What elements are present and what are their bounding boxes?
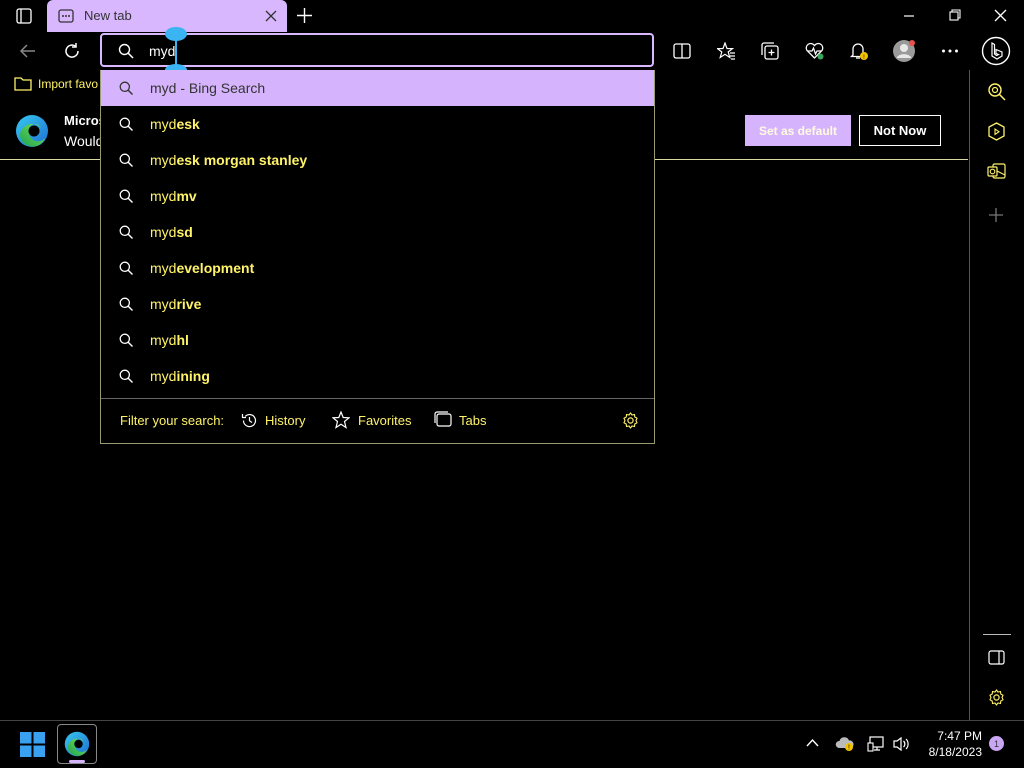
games-sidebar-icon[interactable] bbox=[987, 122, 1006, 141]
refresh-button[interactable] bbox=[63, 42, 81, 60]
suggestion-completion: esk morgan stanley bbox=[176, 152, 308, 168]
filter-history-button[interactable]: History bbox=[265, 413, 305, 428]
suggestion-typed-text: myd bbox=[150, 368, 177, 384]
filter-favorites-button[interactable]: Favorites bbox=[358, 413, 411, 428]
hide-sidebar-icon[interactable] bbox=[988, 650, 1005, 665]
filter-search-row: Filter your search: History Favorites Ta… bbox=[101, 398, 654, 444]
clock-time[interactable]: 7:47 PM bbox=[930, 729, 982, 743]
suggestion-typed-text: myd bbox=[150, 152, 177, 168]
tab-title: New tab bbox=[84, 8, 132, 23]
gear-icon[interactable] bbox=[622, 412, 639, 429]
import-favorites-link[interactable]: Import favo bbox=[38, 77, 98, 91]
notification-count-badge[interactable]: 1 bbox=[989, 736, 1004, 751]
svg-text:!: ! bbox=[848, 745, 850, 752]
search-icon bbox=[119, 189, 133, 203]
settings-more-icon[interactable] bbox=[941, 48, 959, 54]
address-suggestions-dropdown: myd - Bing Search mydesk mydesk morgan st… bbox=[100, 70, 655, 444]
search-icon bbox=[118, 43, 134, 59]
new-tab-page-icon bbox=[58, 8, 74, 24]
suggestion-typed-text: myd bbox=[150, 332, 177, 348]
suggestion-item[interactable]: mydhl bbox=[101, 322, 654, 358]
search-icon bbox=[119, 81, 133, 95]
suggestion-completion: ining bbox=[176, 368, 210, 384]
close-window-button[interactable] bbox=[994, 9, 1007, 22]
suggestion-typed-text: myd bbox=[150, 188, 177, 204]
tabs-icon bbox=[434, 411, 452, 428]
search-icon bbox=[119, 369, 133, 383]
filter-tabs-button[interactable]: Tabs bbox=[459, 413, 486, 428]
suggestion-item[interactable]: mydining bbox=[101, 358, 654, 394]
suggestion-text: mydrive bbox=[150, 296, 201, 312]
clock-date[interactable]: 8/18/2023 bbox=[920, 745, 982, 759]
suggestion-typed-text: myd bbox=[150, 80, 177, 96]
suggestion-text: mydhl bbox=[150, 332, 189, 348]
suggestion-item[interactable]: mydrive bbox=[101, 286, 654, 322]
import-favorites-icon bbox=[14, 75, 32, 91]
collections-icon[interactable] bbox=[761, 42, 779, 60]
suggestion-text: mydevelopment bbox=[150, 260, 254, 276]
suggestion-item[interactable]: mydevelopment bbox=[101, 250, 654, 286]
chevron-up-icon[interactable] bbox=[806, 738, 819, 748]
suggestion-completion: esk bbox=[176, 116, 200, 132]
search-icon bbox=[119, 333, 133, 347]
active-app-indicator bbox=[69, 760, 85, 763]
new-tab-button[interactable] bbox=[296, 7, 313, 24]
favorites-icon[interactable] bbox=[717, 42, 736, 60]
sidebar-divider bbox=[983, 634, 1011, 635]
onedrive-icon[interactable]: ! bbox=[835, 736, 855, 752]
filter-label: Filter your search: bbox=[120, 413, 225, 428]
suggestion-typed-text: myd bbox=[150, 296, 177, 312]
restore-button[interactable] bbox=[949, 9, 961, 21]
suggestion-text: mydesk morgan stanley bbox=[150, 152, 307, 168]
profile-avatar[interactable] bbox=[892, 39, 916, 63]
add-sidebar-app-icon[interactable] bbox=[988, 207, 1004, 223]
history-icon bbox=[241, 412, 258, 429]
windows-start-icon[interactable] bbox=[20, 732, 45, 757]
search-icon bbox=[119, 261, 133, 275]
browser-essentials-icon[interactable] bbox=[805, 42, 824, 60]
sidebar-settings-gear-icon[interactable] bbox=[988, 689, 1005, 706]
suggestion-completion: sd bbox=[176, 224, 193, 240]
search-icon bbox=[119, 153, 133, 167]
set-as-default-button[interactable]: Set as default bbox=[745, 115, 851, 146]
edge-taskbar-icon bbox=[64, 731, 90, 757]
notifications-bell-icon[interactable]: ! bbox=[849, 41, 869, 61]
not-now-button[interactable]: Not Now bbox=[859, 115, 941, 146]
suggestion-item[interactable]: mydsd bbox=[101, 214, 654, 250]
bing-search-suggestion[interactable]: myd - Bing Search bbox=[101, 70, 654, 106]
suggestion-item[interactable]: mydesk morgan stanley bbox=[101, 142, 654, 178]
back-button[interactable] bbox=[19, 42, 37, 60]
star-icon bbox=[332, 411, 350, 429]
suggestion-text: mydining bbox=[150, 368, 210, 384]
search-sidebar-icon[interactable] bbox=[987, 82, 1006, 101]
close-tab-icon[interactable] bbox=[265, 10, 277, 22]
suggestion-typed-text: myd bbox=[150, 224, 177, 240]
suggestion-item[interactable]: mydesk bbox=[101, 106, 654, 142]
suggestion-text: mydsd bbox=[150, 224, 193, 240]
suggestion-bing-suffix: - Bing Search bbox=[176, 80, 266, 96]
search-icon bbox=[119, 225, 133, 239]
network-icon[interactable] bbox=[867, 735, 885, 753]
suggestion-text: mydmv bbox=[150, 188, 197, 204]
outlook-sidebar-icon[interactable] bbox=[987, 162, 1006, 181]
suggestion-item[interactable]: mydmv bbox=[101, 178, 654, 214]
bing-copilot-icon[interactable] bbox=[981, 36, 1011, 66]
tab-actions-icon[interactable] bbox=[16, 8, 32, 24]
suggestion-completion: evelopment bbox=[176, 260, 255, 276]
minimize-button[interactable] bbox=[903, 10, 915, 22]
suggestion-typed-text: myd bbox=[150, 260, 177, 276]
suggestion-text: mydesk bbox=[150, 116, 200, 132]
search-icon bbox=[119, 297, 133, 311]
banner-message: Would bbox=[64, 133, 104, 149]
volume-icon[interactable] bbox=[892, 736, 910, 752]
search-icon bbox=[119, 117, 133, 131]
split-screen-icon[interactable] bbox=[673, 42, 691, 60]
suggestion-typed-text: myd bbox=[150, 116, 177, 132]
suggestion-completion: rive bbox=[176, 296, 202, 312]
edge-logo bbox=[15, 114, 49, 148]
suggestion-completion: mv bbox=[176, 188, 197, 204]
suggestion-completion: hl bbox=[176, 332, 189, 348]
